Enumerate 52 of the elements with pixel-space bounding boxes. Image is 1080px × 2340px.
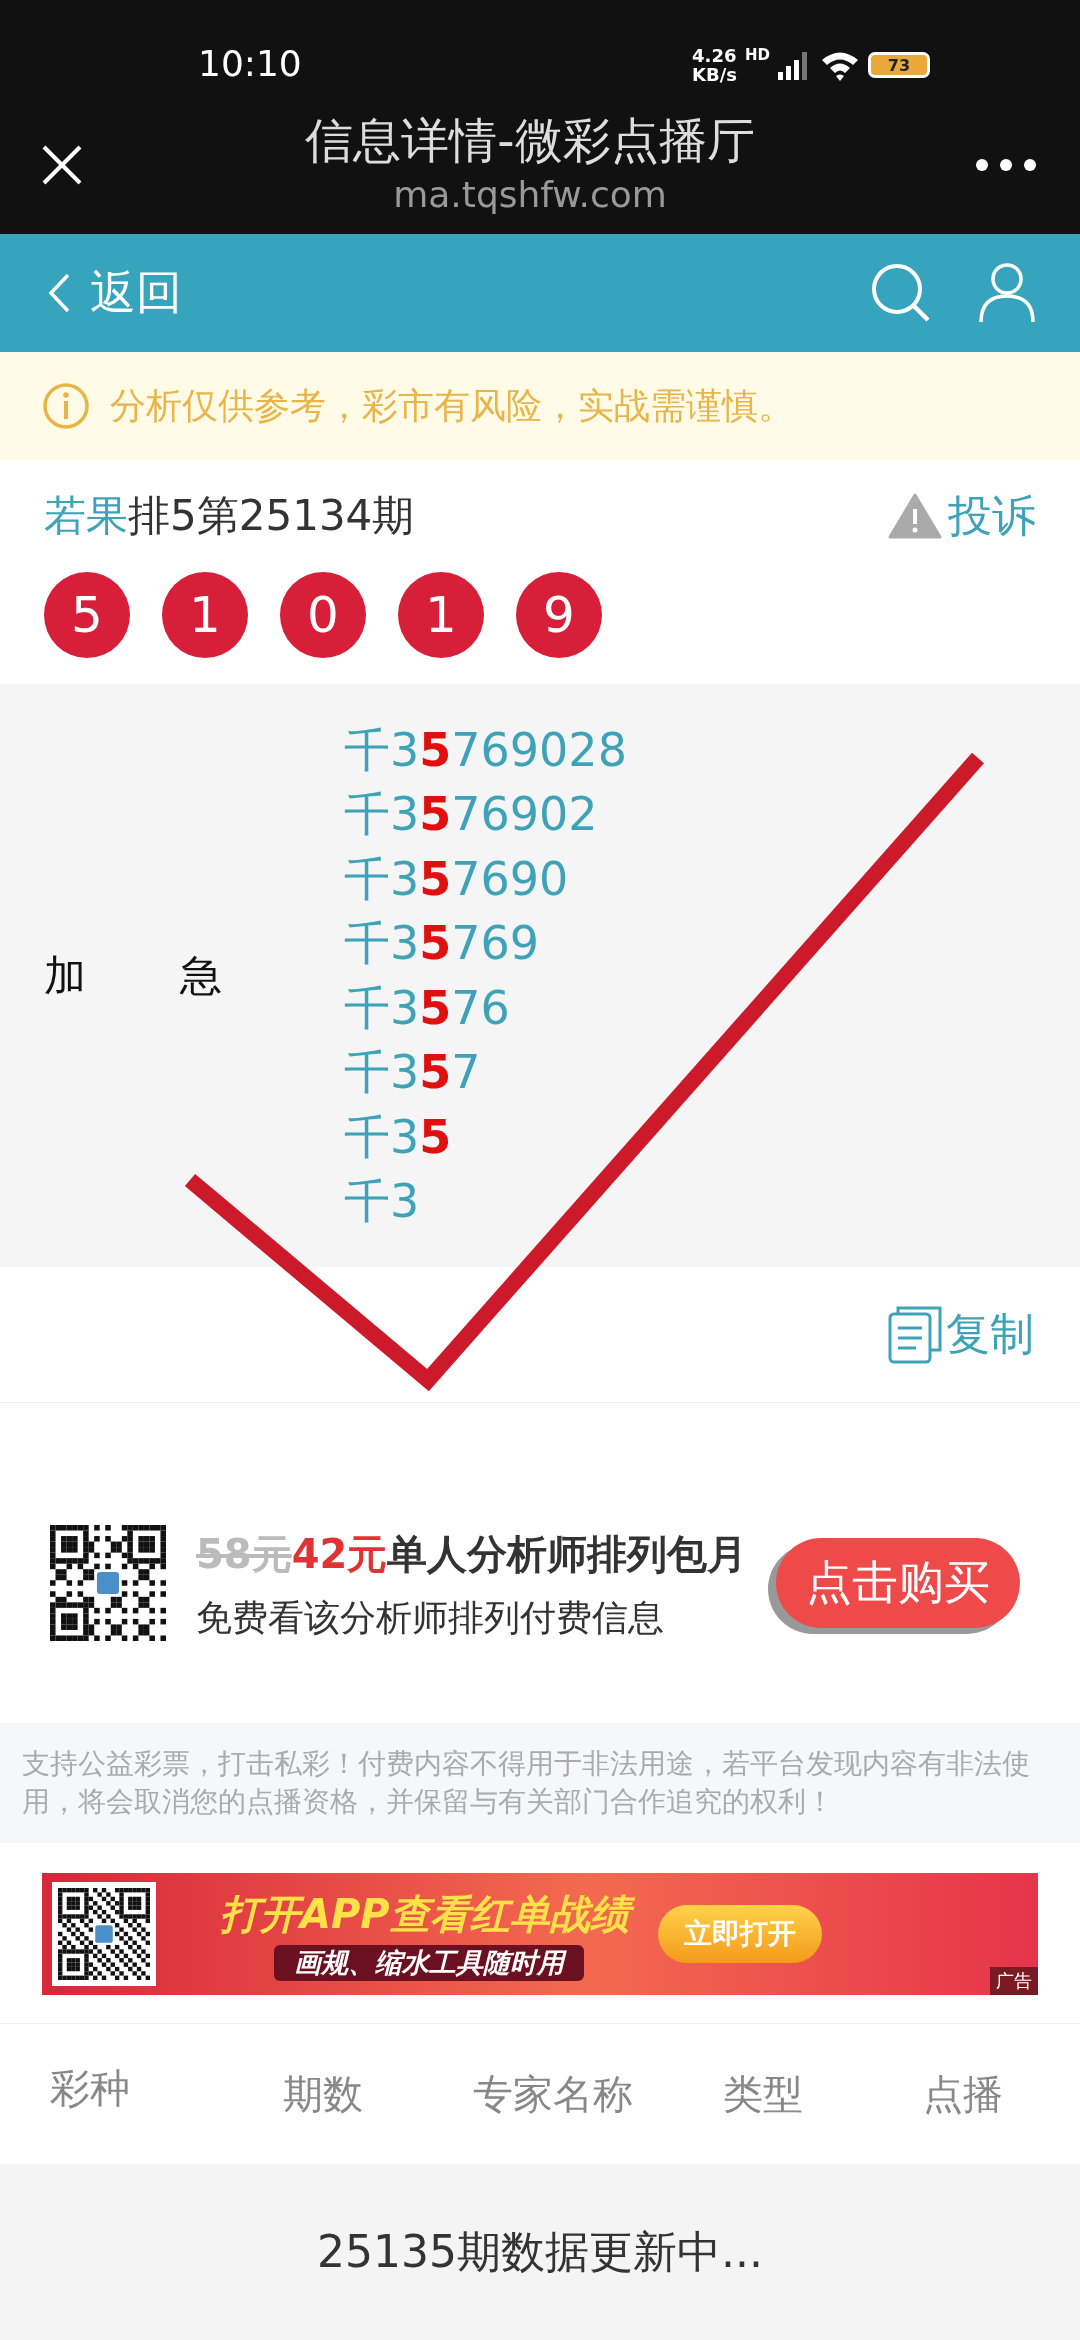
issue-title: 排5第25134期: [128, 491, 415, 540]
recommendation-line: 千35769: [344, 915, 541, 972]
search-icon[interactable]: [870, 262, 932, 324]
recommendation-line: 千3576902: [344, 786, 599, 843]
column-header: 专家名称: [473, 2069, 634, 2119]
copy-button[interactable]: 复制: [888, 1305, 1034, 1364]
recommendation-label: 加: [44, 949, 86, 1002]
loading-text: 25135期数据更新中...: [317, 2224, 763, 2279]
notice-text: 分析仅供参考，彩市有风险，实战需谨慎。: [110, 383, 794, 428]
info-icon: [42, 382, 90, 430]
recommendation-line: 千3576: [344, 979, 511, 1037]
recommendation-label: 急: [180, 949, 222, 1002]
column-header: 点播: [923, 2069, 1003, 2119]
column-header: 期数: [283, 2069, 364, 2119]
product-subtitle: 免费看该分析师排列付费信息: [196, 1595, 665, 1640]
document-icon: [888, 1305, 942, 1364]
product-title: 58元42元单人分析师排列包月: [196, 1529, 749, 1579]
column-header: 类型: [723, 2069, 804, 2119]
number-ball: 0: [280, 572, 366, 658]
chevron-left-icon: [48, 273, 70, 313]
recommendation-line: 千357: [344, 1044, 482, 1101]
warning-icon: [888, 493, 942, 539]
number-ball: 1: [162, 572, 248, 658]
network-type-label: HD: [745, 46, 770, 64]
recommendation-line: 千35: [344, 1108, 453, 1166]
banner-subline: 画规、缩水工具随时用: [273, 1945, 584, 1981]
number-ball: 1: [398, 572, 484, 658]
network-speed: 4.26: [692, 46, 737, 65]
page-title: 信息详情-微彩点播厅: [305, 111, 755, 170]
banner-headline: 打开APP查看红单战绩: [216, 1887, 642, 1943]
disclaimer-text: 支持公益彩票，打击私彩！付费内容不得用于非法用途，若平台发现内容有非法使用，将会取消您的点播资格，并保留与有关部门合作追究的权利！: [0, 1723, 1080, 1843]
open-app-button[interactable]: 立即打开: [657, 1905, 822, 1963]
number-ball: 9: [516, 572, 602, 658]
number-ball: 5: [44, 572, 130, 658]
column-header: 彩种: [50, 2063, 131, 2113]
ad-tag: 广告: [990, 1967, 1038, 1995]
ad-banner[interactable]: 打开APP查看红单战绩 画规、缩水工具随时用 立即打开 广告: [42, 1873, 1038, 1995]
back-button[interactable]: 返回: [48, 262, 182, 324]
complaint-button[interactable]: 投诉: [888, 486, 1036, 546]
qr-code-icon: [58, 1888, 150, 1980]
user-icon[interactable]: [978, 262, 1036, 324]
more-icon[interactable]: [976, 159, 1036, 171]
recommendation-line: 千35769028: [344, 721, 627, 779]
qr-code-icon: [50, 1525, 166, 1641]
recommendation-line: 千3: [344, 1173, 421, 1230]
page-url: ma.tqshfw.com: [393, 173, 667, 217]
network-speed-unit: KB/s: [692, 65, 737, 84]
recommendation-line: 千357690: [344, 850, 570, 908]
status-time: 10:10: [198, 43, 302, 84]
close-icon[interactable]: [40, 143, 84, 187]
battery-level: 73: [887, 55, 911, 75]
analyst-name: 若果: [44, 491, 128, 540]
